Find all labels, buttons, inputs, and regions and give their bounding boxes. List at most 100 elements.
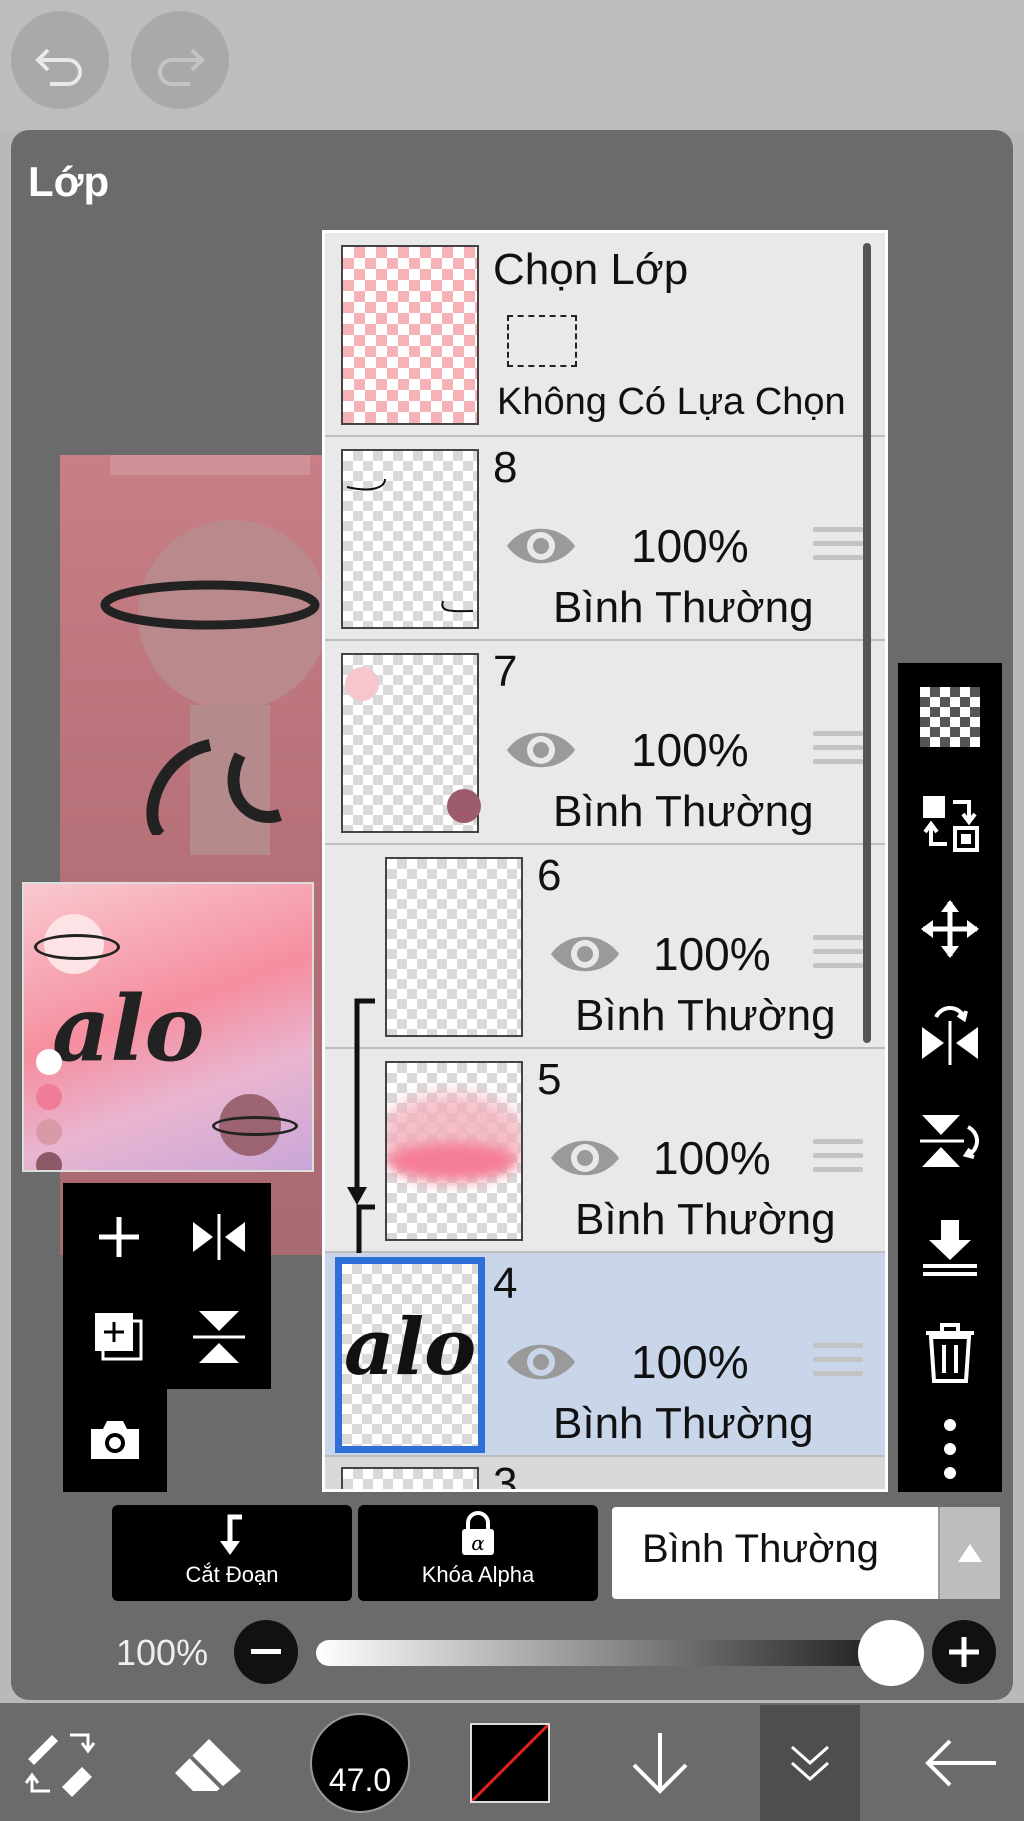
layer-row-8[interactable]: 8 100% Bình Thường	[325, 437, 885, 641]
drag-handle-icon[interactable]	[813, 527, 863, 567]
move-layer-button[interactable]	[912, 891, 988, 967]
layers-list: Chọn Lớp Không Có Lựa Chọn 8 100% Bình T…	[322, 230, 888, 1492]
layer-row-7[interactable]: 7 100% Bình Thường	[325, 641, 885, 845]
layer-row-3[interactable]: 3	[325, 1457, 885, 1489]
drag-handle-icon[interactable]	[813, 731, 863, 771]
layer-row-5[interactable]: 5 100% Bình Thường	[325, 1049, 885, 1253]
undo-button[interactable]	[11, 11, 109, 109]
camera-button[interactable]	[79, 1404, 151, 1476]
drag-handle-icon[interactable]	[813, 1343, 863, 1383]
layer-thumbnail	[341, 653, 481, 833]
redo-button[interactable]	[131, 11, 229, 109]
camera-icon	[91, 1421, 139, 1459]
eye-icon[interactable]	[549, 929, 621, 979]
selection-marquee-icon	[507, 315, 577, 367]
layer-thumbnail: alo	[335, 1257, 485, 1453]
layers-panel-toggle[interactable]	[760, 1705, 860, 1821]
opacity-increase-button[interactable]	[932, 1620, 996, 1684]
brush-size-button[interactable]: 47.0	[310, 1713, 410, 1813]
layer-blend-mode: Bình Thường	[575, 991, 836, 1040]
layer-actions-top	[63, 1183, 271, 1389]
checkerboard-icon	[920, 687, 980, 747]
eye-icon[interactable]	[549, 1133, 621, 1183]
layer-number: 6	[537, 851, 562, 900]
tool-switch-button[interactable]	[20, 1723, 100, 1803]
transparent-layer-button[interactable]	[912, 679, 988, 755]
blend-mode-dropdown-button[interactable]	[938, 1507, 1000, 1599]
layer-number: 7	[493, 647, 518, 696]
back-button[interactable]	[920, 1723, 1000, 1803]
top-toolbar	[0, 0, 1024, 130]
layer-thumbnail	[385, 857, 523, 1037]
trash-icon	[926, 1323, 974, 1383]
selection-layer-status: Không Có Lựa Chọn	[497, 381, 846, 423]
swap-layer-button[interactable]	[912, 785, 988, 861]
flip-layer-h-button[interactable]	[183, 1201, 255, 1273]
merge-down-icon	[923, 1220, 977, 1276]
flip-horizontal-button[interactable]	[912, 997, 988, 1073]
navigator-art-text: alo	[52, 976, 205, 1082]
layers-scrollbar[interactable]	[863, 243, 871, 1043]
layer-actions-bottom	[63, 1388, 167, 1492]
eraser-button[interactable]	[168, 1723, 248, 1803]
clip-button[interactable]: Cắt Đoạn	[112, 1505, 352, 1601]
flip-horizontal-icon	[193, 1214, 245, 1260]
back-arrow-icon	[925, 1739, 996, 1787]
layer-blend-mode: Bình Thường	[575, 1195, 836, 1244]
layer-opacity: 100%	[653, 1132, 771, 1184]
layer-thumb-text: alo	[344, 1302, 477, 1393]
eraser-icon	[175, 1739, 241, 1791]
brush-eraser-switch-icon	[24, 1733, 96, 1797]
merge-down-button[interactable]	[912, 1209, 988, 1285]
swap-icon	[923, 796, 979, 852]
layer-row-6[interactable]: 6 100% Bình Thường	[325, 845, 885, 1049]
add-layer-icon	[99, 1217, 139, 1257]
clipping-arrow-icon	[347, 998, 375, 1289]
eye-icon[interactable]	[505, 1337, 577, 1387]
layer-opacity: 100%	[631, 520, 749, 572]
selection-layer-thumbnail	[341, 245, 479, 425]
layer-opacity: 100%	[631, 1336, 749, 1388]
flip-vertical-button[interactable]	[912, 1103, 988, 1179]
duplicate-layer-button[interactable]	[83, 1301, 155, 1373]
layer-row-4[interactable]: alo 4 100% Bình Thường	[325, 1253, 885, 1457]
lock-icon: α	[462, 1511, 494, 1555]
flip-horizontal-icon	[922, 1006, 978, 1065]
navigator-preview[interactable]: alo	[22, 882, 314, 1172]
opacity-slider-track[interactable]	[316, 1640, 920, 1666]
drag-handle-icon[interactable]	[813, 1139, 863, 1179]
selection-layer-row[interactable]: Chọn Lớp Không Có Lựa Chọn	[325, 233, 885, 437]
triangle-up-icon	[958, 1544, 982, 1562]
blend-mode-select[interactable]: Bình Thường	[612, 1507, 1000, 1599]
undo-icon	[35, 48, 82, 86]
clip-arrow-icon	[220, 1514, 242, 1555]
panel-title: Lớp	[28, 158, 110, 205]
alpha-lock-button[interactable]: α Khóa Alpha	[358, 1505, 598, 1601]
minus-icon	[251, 1649, 281, 1654]
layer-number: 5	[537, 1055, 562, 1104]
layer-thumbnail	[341, 1467, 479, 1489]
double-chevron-icon	[791, 1745, 829, 1782]
flip-vertical-icon	[193, 1311, 245, 1363]
layer-blend-mode: Bình Thường	[553, 787, 814, 836]
planet-ring-icon	[100, 580, 320, 835]
layer-thumbnail	[341, 449, 479, 629]
drag-handle-icon[interactable]	[813, 935, 863, 975]
layer-down-button[interactable]	[620, 1723, 700, 1803]
layer-thumbnail	[385, 1061, 523, 1241]
blend-mode-value: Bình Thường	[642, 1527, 879, 1571]
layer-opacity: 100%	[653, 928, 771, 980]
opacity-decrease-button[interactable]	[234, 1620, 298, 1684]
duplicate-layer-icon	[95, 1313, 143, 1361]
color-swatch-button[interactable]	[470, 1723, 550, 1803]
brush-size-value: 47.0	[328, 1761, 392, 1798]
eye-icon[interactable]	[505, 725, 577, 775]
flip-layer-v-button[interactable]	[183, 1301, 255, 1373]
opacity-slider-thumb[interactable]	[858, 1620, 924, 1686]
svg-text:α: α	[471, 1531, 485, 1555]
more-options-button[interactable]	[912, 1411, 988, 1487]
add-layer-button[interactable]	[83, 1201, 155, 1273]
delete-layer-button[interactable]	[912, 1315, 988, 1391]
layer-opacity: 100%	[631, 724, 749, 776]
eye-icon[interactable]	[505, 521, 577, 571]
